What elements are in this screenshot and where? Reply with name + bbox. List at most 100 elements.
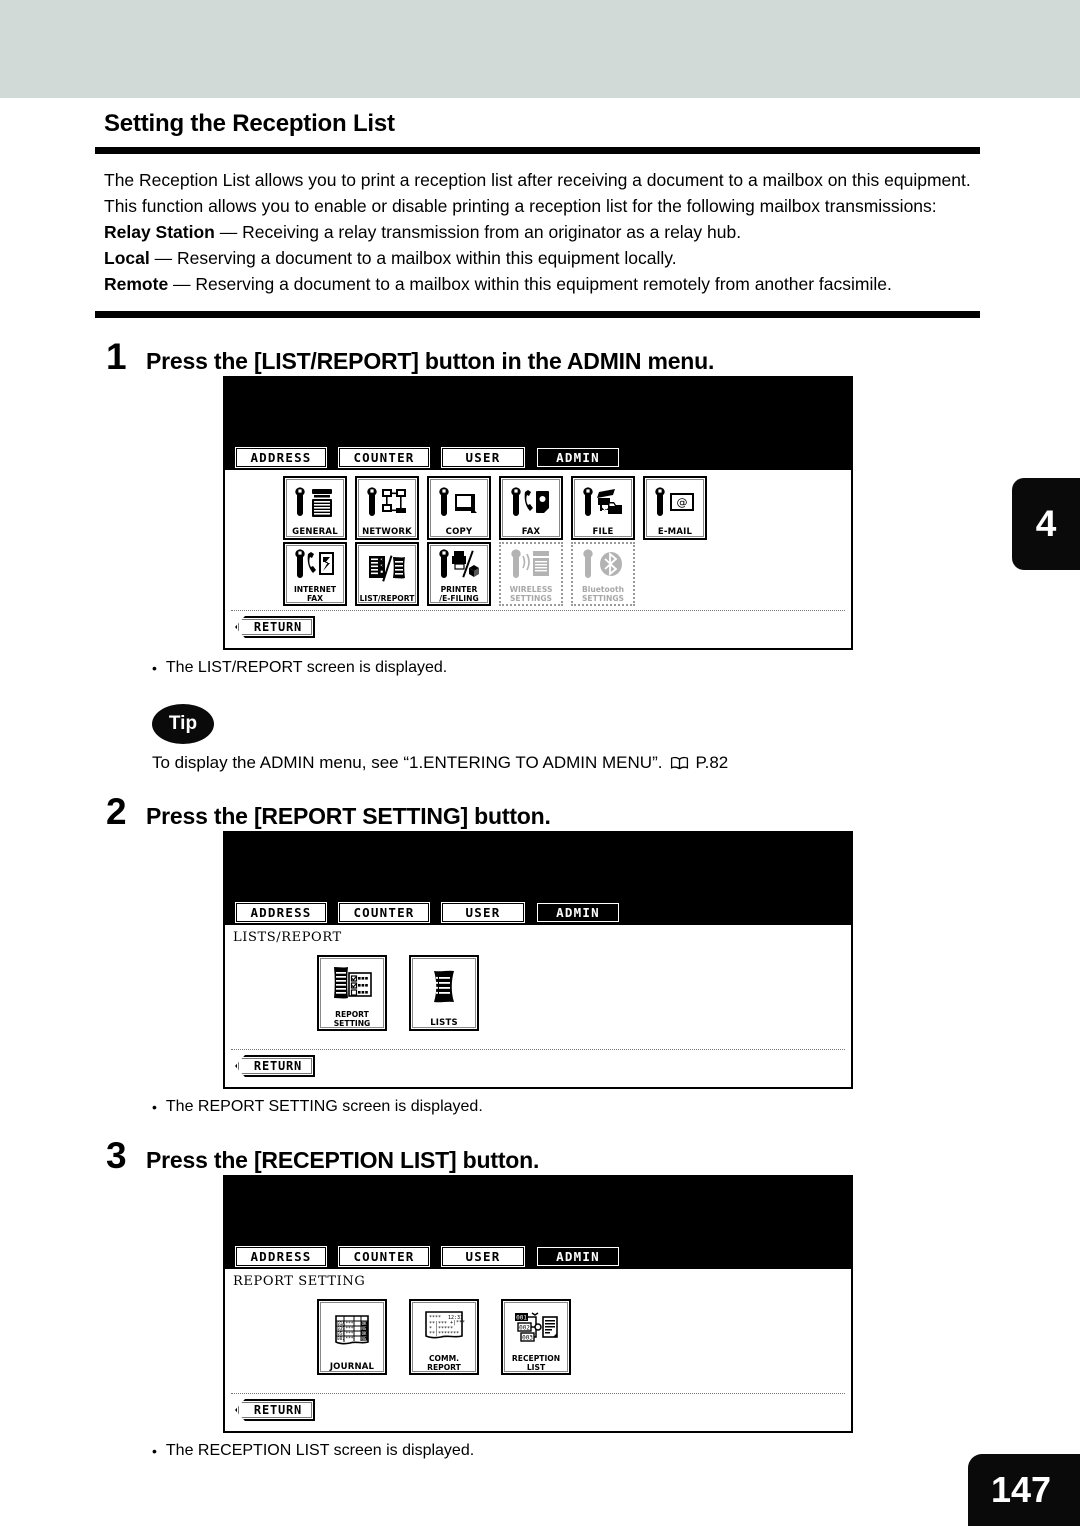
tab-admin[interactable]: ADMIN — [534, 900, 622, 925]
tab-user[interactable]: USER — [439, 445, 527, 470]
step-2-caption-text: The REPORT SETTING screen is displayed. — [165, 1098, 483, 1115]
term-label: Local — [104, 248, 150, 268]
step-1: 1 Press the [LIST/REPORT] button in the … — [95, 338, 985, 773]
title-rule — [95, 147, 980, 154]
tab-counter[interactable]: COUNTER — [336, 445, 432, 470]
intro-paragraph-1: The Reception List allows you to print a… — [104, 170, 971, 190]
tip-text: To display the ADMIN menu, see “1.ENTERI… — [152, 753, 985, 773]
intro-rule — [95, 311, 980, 318]
admin-button-printer-efiling[interactable]: PRINTER /E-FILING — [427, 542, 491, 606]
admin-button-email-label: E-MAIL — [657, 527, 693, 537]
lists-report-menu: REPORT SETTING LISTS — [225, 945, 851, 1031]
menu-button-lists-label: LISTS — [430, 1018, 458, 1028]
bullet-icon: • — [152, 660, 157, 676]
book-reference-icon — [670, 756, 689, 771]
admin-button-bluetooth-settings[interactable]: Bluetooth SETTINGS — [571, 542, 635, 606]
svg-text:***: *** — [346, 1336, 354, 1342]
term-dash: — — [214, 222, 243, 242]
admin-button-copy-label: COPY — [445, 527, 473, 537]
svg-text:002: 002 — [519, 1324, 530, 1331]
svg-text:001: 001 — [516, 1314, 527, 1321]
wrench-copy-icon — [429, 478, 489, 528]
step-1-title: Press the [LIST/REPORT] button in the AD… — [146, 348, 715, 374]
step-2-title: Press the [REPORT SETTING] button. — [146, 803, 551, 829]
admin-menu-row-2: INTERNET FAX LIST/REPORT PRINTER /E-FILI… — [225, 540, 851, 610]
lcd-status-area — [225, 378, 851, 440]
term-dash: — — [149, 248, 177, 268]
lcd-footer: RETURN — [231, 610, 845, 648]
step-2-number: 2 — [106, 791, 127, 832]
admin-button-internet-fax[interactable]: INTERNET FAX — [283, 542, 347, 606]
term-dash: — — [168, 274, 196, 294]
wrench-network-icon — [357, 478, 417, 528]
admin-button-list-report[interactable]: LIST/REPORT — [355, 542, 419, 606]
step-3-number: 3 — [106, 1135, 127, 1176]
tab-admin[interactable]: ADMIN — [534, 1244, 622, 1269]
menu-button-lists[interactable]: LISTS — [409, 955, 479, 1031]
tab-address[interactable]: ADDRESS — [233, 1244, 329, 1269]
lcd-body: REPORT SETTING 01A 03S 05s 08z *** *** *** *** … — [225, 1269, 851, 1431]
term-local: Local — Reserving a document to a mailbo… — [104, 246, 972, 271]
tab-address[interactable]: ADDRESS — [233, 900, 329, 925]
admin-button-bluetooth-settings-label: Bluetooth SETTINGS — [581, 585, 625, 603]
wrench-copier-icon — [285, 478, 345, 528]
admin-button-general[interactable]: GENERAL — [283, 476, 347, 540]
term-definition: Reserving a document to a mailbox within… — [195, 274, 892, 294]
admin-button-email[interactable]: @ E-MAIL — [643, 476, 707, 540]
bullet-icon: • — [152, 1443, 157, 1459]
lcd-tab-bar: ADDRESS COUNTER USER ADMIN — [225, 895, 851, 925]
wrench-email-icon: @ — [645, 478, 705, 528]
page-title: Setting the Reception List — [104, 110, 395, 137]
tab-address[interactable]: ADDRESS — [233, 445, 329, 470]
admin-button-file[interactable]: FILE — [571, 476, 635, 540]
term-remote: Remote — Reserving a document to a mailb… — [104, 272, 972, 297]
step-3-caption: • The RECEPTION LIST screen is displayed… — [152, 1442, 985, 1461]
term-relay-station: Relay Station — Receiving a relay transm… — [104, 220, 972, 245]
admin-button-wireless-settings[interactable]: WIRELESS SETTINGS — [499, 542, 563, 606]
menu-button-reception-list[interactable]: 001 002 003 RECEPTION LIST — [501, 1299, 571, 1375]
lcd-tab-bar: ADDRESS COUNTER USER ADMIN — [225, 1239, 851, 1269]
step-2-caption: • The REPORT SETTING screen is displayed… — [152, 1098, 985, 1117]
reception-list-icon: 001 002 003 — [503, 1301, 569, 1354]
term-definition: Reserving a document to a mailbox within… — [176, 248, 677, 268]
tab-admin[interactable]: ADMIN — [534, 445, 622, 470]
admin-button-copy[interactable]: COPY — [427, 476, 491, 540]
lcd-footer: RETURN — [231, 1049, 845, 1087]
admin-button-wireless-settings-label: WIRELESS SETTINGS — [509, 585, 553, 603]
wrench-internet-fax-icon — [285, 544, 345, 585]
step-2-heading: 2 Press the [REPORT SETTING] button. — [95, 791, 985, 832]
admin-button-fax-label: FAX — [521, 527, 541, 537]
return-button[interactable]: RETURN — [235, 1055, 315, 1077]
menu-button-report-setting[interactable]: REPORT SETTING — [317, 955, 387, 1031]
menu-button-comm-report[interactable]: **** 12:31 +|*** **|*** * |***** **|******* C… — [409, 1299, 479, 1375]
page-number-tab: 147 — [968, 1454, 1080, 1526]
svg-text:@: @ — [677, 496, 688, 509]
step-3-heading: 3 Press the [RECEPTION LIST] button. — [95, 1135, 985, 1176]
journal-icon: 01A 03S 05s 08z *** *** *** *** OK NG OK NG — [319, 1301, 385, 1363]
menu-button-comm-report-label: COMM. REPORT — [427, 1354, 461, 1372]
return-button[interactable]: RETURN — [235, 616, 315, 638]
admin-button-fax[interactable]: FAX — [499, 476, 563, 540]
page-header-band — [0, 0, 1080, 98]
svg-text:NG: NG — [361, 1336, 366, 1341]
page-content: Setting the Reception List The Reception… — [95, 110, 985, 1461]
lcd-tab-bar: ADDRESS COUNTER USER ADMIN — [225, 440, 851, 470]
tip-text-main: To display the ADMIN menu, see “1.ENTERI… — [152, 753, 663, 772]
tip-reference: P.82 — [695, 753, 729, 772]
admin-menu-row-1: GENERAL NETWORK COPY FAX FILE @ E-MAIL — [225, 470, 851, 540]
tab-user[interactable]: USER — [439, 1244, 527, 1269]
admin-button-printer-efiling-label: PRINTER /E-FILING — [439, 585, 479, 603]
admin-button-list-report-label: LIST/REPORT — [359, 594, 415, 603]
menu-button-report-setting-label: REPORT SETTING — [333, 1010, 371, 1028]
tab-counter[interactable]: COUNTER — [336, 1244, 432, 1269]
chapter-tab: 4 — [1012, 478, 1080, 570]
term-label: Relay Station — [104, 222, 215, 242]
step-3-caption-text: The RECEPTION LIST screen is displayed. — [165, 1442, 475, 1459]
lcd-status-area — [225, 1177, 851, 1239]
return-button[interactable]: RETURN — [235, 1399, 315, 1421]
admin-button-network[interactable]: NETWORK — [355, 476, 419, 540]
tab-counter[interactable]: COUNTER — [336, 900, 432, 925]
tab-user[interactable]: USER — [439, 900, 527, 925]
menu-button-journal[interactable]: 01A 03S 05s 08z *** *** *** *** OK NG OK NG JOURNA… — [317, 1299, 387, 1375]
admin-button-internet-fax-label: INTERNET FAX — [293, 585, 337, 603]
